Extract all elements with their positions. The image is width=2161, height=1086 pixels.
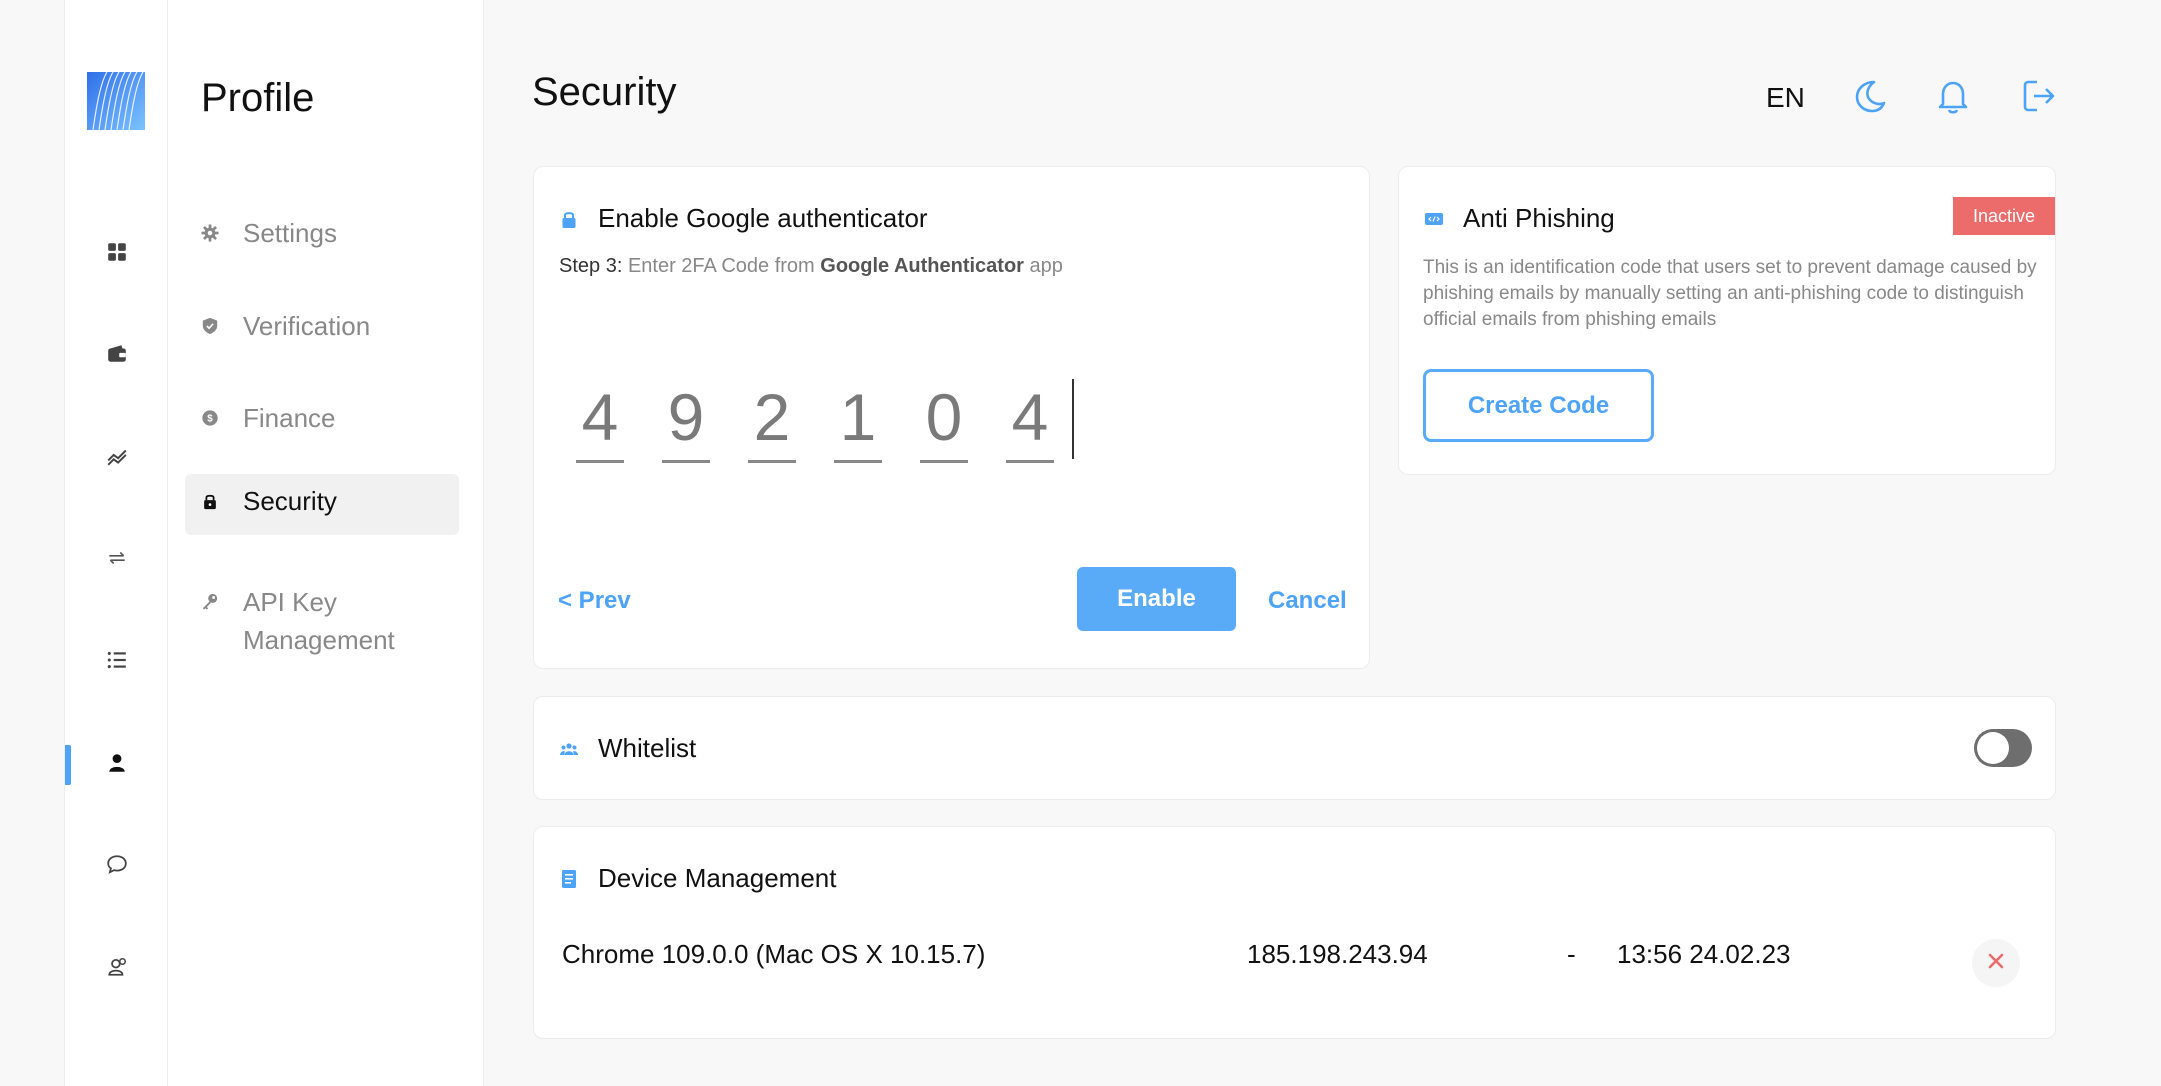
card-title: Whitelist: [598, 733, 697, 763]
otp-digit[interactable]: 9: [662, 377, 710, 463]
otp-digit[interactable]: 0: [920, 377, 968, 463]
anti-phishing-card: Anti Phishing Inactive This is an identi…: [1398, 166, 2056, 475]
anti-phishing-description: This is an identification code that user…: [1423, 257, 2037, 330]
otp-digit[interactable]: 4: [576, 377, 624, 463]
coin-icon: $: [201, 405, 223, 431]
nav-profile[interactable]: [65, 745, 169, 785]
nav-rail: [64, 0, 168, 1086]
step-text-suffix: app: [1023, 255, 1063, 277]
users-icon: [558, 738, 580, 760]
nav-chat[interactable]: [65, 846, 169, 886]
status-badge: Inactive: [1953, 197, 2055, 235]
chart-icon: [106, 445, 128, 472]
remove-device-button[interactable]: [1972, 939, 2020, 987]
enable-button[interactable]: Enable: [1077, 567, 1236, 631]
profile-sidebar: Profile Settings Verification $ Finance …: [168, 0, 484, 1086]
list-icon: [106, 649, 128, 676]
shield-icon: [201, 313, 223, 339]
sidebar-item-label: Security: [243, 486, 337, 516]
otp-digit[interactable]: 2: [748, 377, 796, 463]
sidebar-item-label: Verification: [243, 311, 371, 341]
language-selector[interactable]: EN: [1766, 82, 1805, 114]
sidebar-item-label: API Key Management: [243, 587, 395, 655]
google-authenticator-card: Enable Google authenticator Step 3: Ente…: [533, 166, 1370, 669]
sidebar-title: Profile: [201, 76, 315, 120]
moon-icon[interactable]: [1850, 76, 1890, 116]
sidebar-item-api-key-management[interactable]: API Key Management: [185, 575, 459, 673]
nav-dashboard[interactable]: [65, 234, 169, 274]
otp-code-input[interactable]: 4 9 2 1 0 4: [576, 377, 1074, 463]
card-title: Device Management: [598, 863, 837, 893]
otp-digit[interactable]: 4: [1006, 377, 1054, 463]
lock-icon: [201, 488, 223, 514]
sidebar-item-security[interactable]: Security: [185, 474, 459, 535]
transfer-icon: [106, 547, 128, 574]
nav-wallet[interactable]: [65, 336, 169, 376]
card-header: Device Management: [558, 863, 836, 894]
sidebar-item-verification[interactable]: Verification: [185, 299, 459, 359]
otp-digit[interactable]: 1: [834, 377, 882, 463]
sidebar-item-label: Finance: [243, 403, 336, 433]
step-app-name: Google Authenticator: [820, 255, 1024, 277]
sidebar-item-settings[interactable]: Settings: [185, 206, 459, 266]
step-instruction: Step 3: Enter 2FA Code from Google Authe…: [559, 255, 1063, 278]
card-title: Enable Google authenticator: [598, 203, 928, 233]
bell-icon[interactable]: [1933, 76, 1973, 116]
gear-icon: [201, 220, 223, 246]
device-ip: 185.198.243.94: [1247, 939, 1428, 969]
nav-list[interactable]: [65, 642, 169, 682]
step-text: Enter 2FA Code from: [622, 255, 821, 277]
app-logo[interactable]: [87, 71, 145, 131]
close-icon: [1986, 951, 2006, 976]
document-icon: [558, 868, 580, 890]
key-icon: [201, 589, 223, 615]
device-time: 13:56 24.02.23: [1617, 939, 1791, 969]
nav-support[interactable]: [65, 949, 169, 989]
text-caret: [1072, 379, 1074, 459]
card-header: Enable Google authenticator: [558, 203, 928, 234]
code-icon: [1423, 208, 1445, 230]
device-browser: Chrome 109.0.0 (Mac OS X 10.15.7): [562, 939, 986, 969]
card-header: Whitelist: [558, 733, 696, 764]
chat-icon: [106, 853, 128, 880]
whitelist-toggle[interactable]: [1974, 729, 2032, 767]
wallet-icon: [106, 343, 128, 370]
card-header: Anti Phishing: [1423, 203, 1615, 234]
step-label: Step 3:: [559, 255, 623, 277]
svg-text:$: $: [207, 414, 213, 425]
nav-transfer[interactable]: [65, 540, 169, 580]
support-icon: [106, 956, 128, 983]
device-location: -: [1567, 939, 1576, 969]
user-icon: [106, 752, 128, 779]
toggle-knob: [1977, 732, 2009, 764]
whitelist-card: Whitelist: [533, 696, 2056, 800]
create-code-button[interactable]: Create Code: [1423, 369, 1654, 442]
cancel-button[interactable]: Cancel: [1268, 587, 1347, 615]
device-management-card: Device Management Chrome 109.0.0 (Mac OS…: [533, 826, 2056, 1039]
card-title: Anti Phishing: [1463, 203, 1615, 233]
page-title: Security: [532, 70, 677, 114]
sidebar-item-finance[interactable]: $ Finance: [185, 391, 459, 451]
lock-icon: [558, 208, 580, 230]
sidebar-item-label: Settings: [243, 218, 337, 248]
logout-icon[interactable]: [2019, 76, 2059, 116]
prev-button[interactable]: < Prev: [558, 587, 631, 615]
nav-chart[interactable]: [65, 438, 169, 478]
dashboard-icon: [106, 241, 128, 268]
